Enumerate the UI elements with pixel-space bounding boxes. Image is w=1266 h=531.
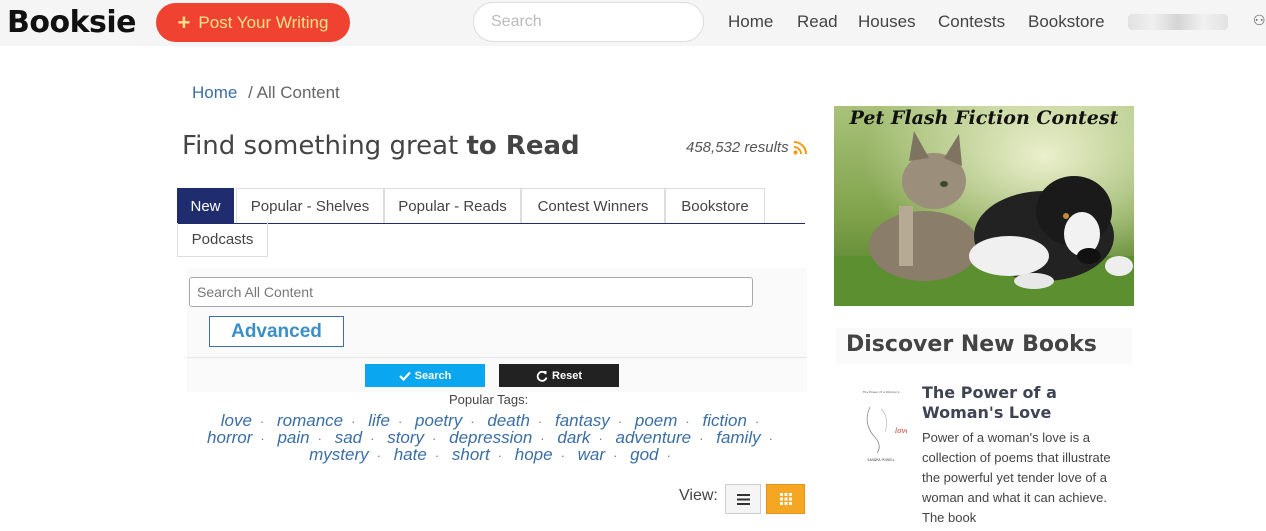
tag-link[interactable]: family (716, 428, 760, 447)
discover-title: Discover New Books (846, 332, 1097, 357)
book-description: Power of a woman's love is a collection … (922, 430, 1111, 525)
tag-separator: · (370, 431, 375, 446)
breadcrumb-current: / All Content (248, 83, 340, 102)
content-tabs: New Popular - Shelves Popular - Reads Co… (177, 188, 805, 224)
breadcrumb-home-link[interactable]: Home (192, 83, 237, 102)
sidebar: Pet Flash Fiction Contest Discover New B… (831, 66, 1137, 531)
search-all-content-input[interactable]: Search All Content (189, 277, 753, 307)
notification-icon[interactable]: ⚇ (1253, 12, 1266, 29)
rss-icon[interactable] (793, 140, 807, 155)
nav-read[interactable]: Read (797, 12, 838, 32)
tag-separator: · (259, 414, 265, 429)
page-title: Find something great to Read (182, 131, 580, 161)
tag-link[interactable]: horror (207, 428, 252, 447)
post-your-writing-label: Post Your Writing (198, 12, 329, 32)
tag-separator: · (434, 448, 440, 463)
results-count: 458,532 results (686, 139, 807, 156)
tag-separator: · (317, 431, 322, 446)
tab-new[interactable]: New (177, 188, 234, 223)
nav-bookstore[interactable]: Bookstore (1028, 12, 1105, 32)
book-title[interactable]: The Power of a Woman's Love (922, 383, 1122, 423)
tag-link[interactable]: short (452, 445, 490, 464)
tag-link[interactable]: god (630, 445, 658, 464)
tag-separator: · (699, 431, 704, 446)
book-cover[interactable]: The Power of a Woman's love SANDRA POWEL… (855, 387, 910, 467)
post-your-writing-button[interactable]: + Post Your Writing (156, 3, 350, 42)
breadcrumb: Home / All Content (192, 83, 340, 103)
grid-icon (779, 493, 792, 505)
tag-separator: · (685, 414, 690, 429)
refresh-icon (536, 370, 548, 382)
main-content: Home / All Content Find something great … (168, 66, 820, 531)
pet-contest-banner[interactable]: Pet Flash Fiction Contest (834, 106, 1134, 306)
tag-separator: · (598, 431, 603, 446)
tab-bookstore[interactable]: Bookstore (665, 188, 765, 223)
booksie-logo[interactable]: Booksie (7, 5, 137, 40)
check-icon (398, 371, 411, 381)
list-view-button[interactable] (725, 484, 761, 514)
tag-separator: · (432, 431, 437, 446)
reset-button-label: Reset (552, 369, 582, 382)
tag-separator: · (666, 448, 671, 463)
book-cover-art: The Power of a Woman's love SANDRA POWEL… (855, 387, 910, 467)
tag-separator: · (497, 448, 503, 463)
tag-separator: · (260, 431, 265, 446)
view-label: View: (679, 487, 718, 504)
tab-podcasts[interactable]: Podcasts (177, 223, 268, 257)
content-search-panel: Search All Content Advanced Search Reset (187, 268, 807, 392)
search-button[interactable]: Search (365, 364, 485, 387)
popular-tags-list: love · romance · life · poetry · death · fant… (188, 412, 800, 464)
tag-separator: · (537, 414, 543, 429)
tag-separator: · (754, 414, 760, 429)
nav-contests[interactable]: Contests (938, 12, 1005, 32)
plus-icon: + (177, 9, 191, 35)
tag-separator: · (560, 448, 565, 463)
contest-title: Pet Flash Fiction Contest (849, 107, 1119, 129)
page-title-plain: Find something great (182, 131, 467, 161)
cover-author: SANDRA POWELL (867, 458, 895, 462)
search-button-label: Search (414, 369, 452, 382)
cover-love-word: love (895, 427, 907, 435)
discover-header: Discover New Books (836, 328, 1132, 364)
cover-title: The Power of a Woman's (862, 390, 900, 394)
tag-separator: · (613, 448, 618, 463)
popular-tags-label: Popular Tags: (449, 392, 529, 407)
tag-separator: · (351, 414, 356, 429)
tag-link[interactable]: war (578, 445, 605, 464)
advanced-search-button[interactable]: Advanced (209, 316, 344, 347)
tag-separator: · (470, 414, 475, 429)
tag-link[interactable]: hate (394, 445, 427, 464)
panel-divider (187, 357, 807, 358)
cat-and-dog-image (834, 106, 1134, 306)
page-title-bold: to Read (466, 131, 580, 161)
tag-separator: · (397, 414, 403, 429)
tab-popular-shelves[interactable]: Popular - Shelves (236, 188, 384, 223)
tab-popular-reads[interactable]: Popular - Reads (384, 188, 521, 223)
user-account-menu[interactable] (1128, 14, 1228, 30)
top-navigation-bar: Booksie + Post Your Writing Search Home … (0, 0, 1266, 46)
tag-link[interactable]: hope (515, 445, 553, 464)
tag-separator: · (540, 431, 545, 446)
nav-houses[interactable]: Houses (858, 12, 916, 32)
list-icon (736, 493, 750, 505)
nav-home[interactable]: Home (728, 12, 773, 32)
tag-link[interactable]: pain (277, 428, 309, 447)
tag-separator: · (617, 414, 623, 429)
reset-button[interactable]: Reset (499, 364, 619, 387)
grid-view-button[interactable] (766, 484, 805, 514)
tab-contest-winners[interactable]: Contest Winners (521, 188, 665, 223)
header-search-input[interactable]: Search (473, 2, 704, 42)
tag-separator: · (376, 448, 381, 463)
tag-link[interactable]: mystery (309, 445, 369, 464)
results-count-text: 458,532 results (686, 139, 789, 156)
tag-separator: · (768, 431, 773, 446)
